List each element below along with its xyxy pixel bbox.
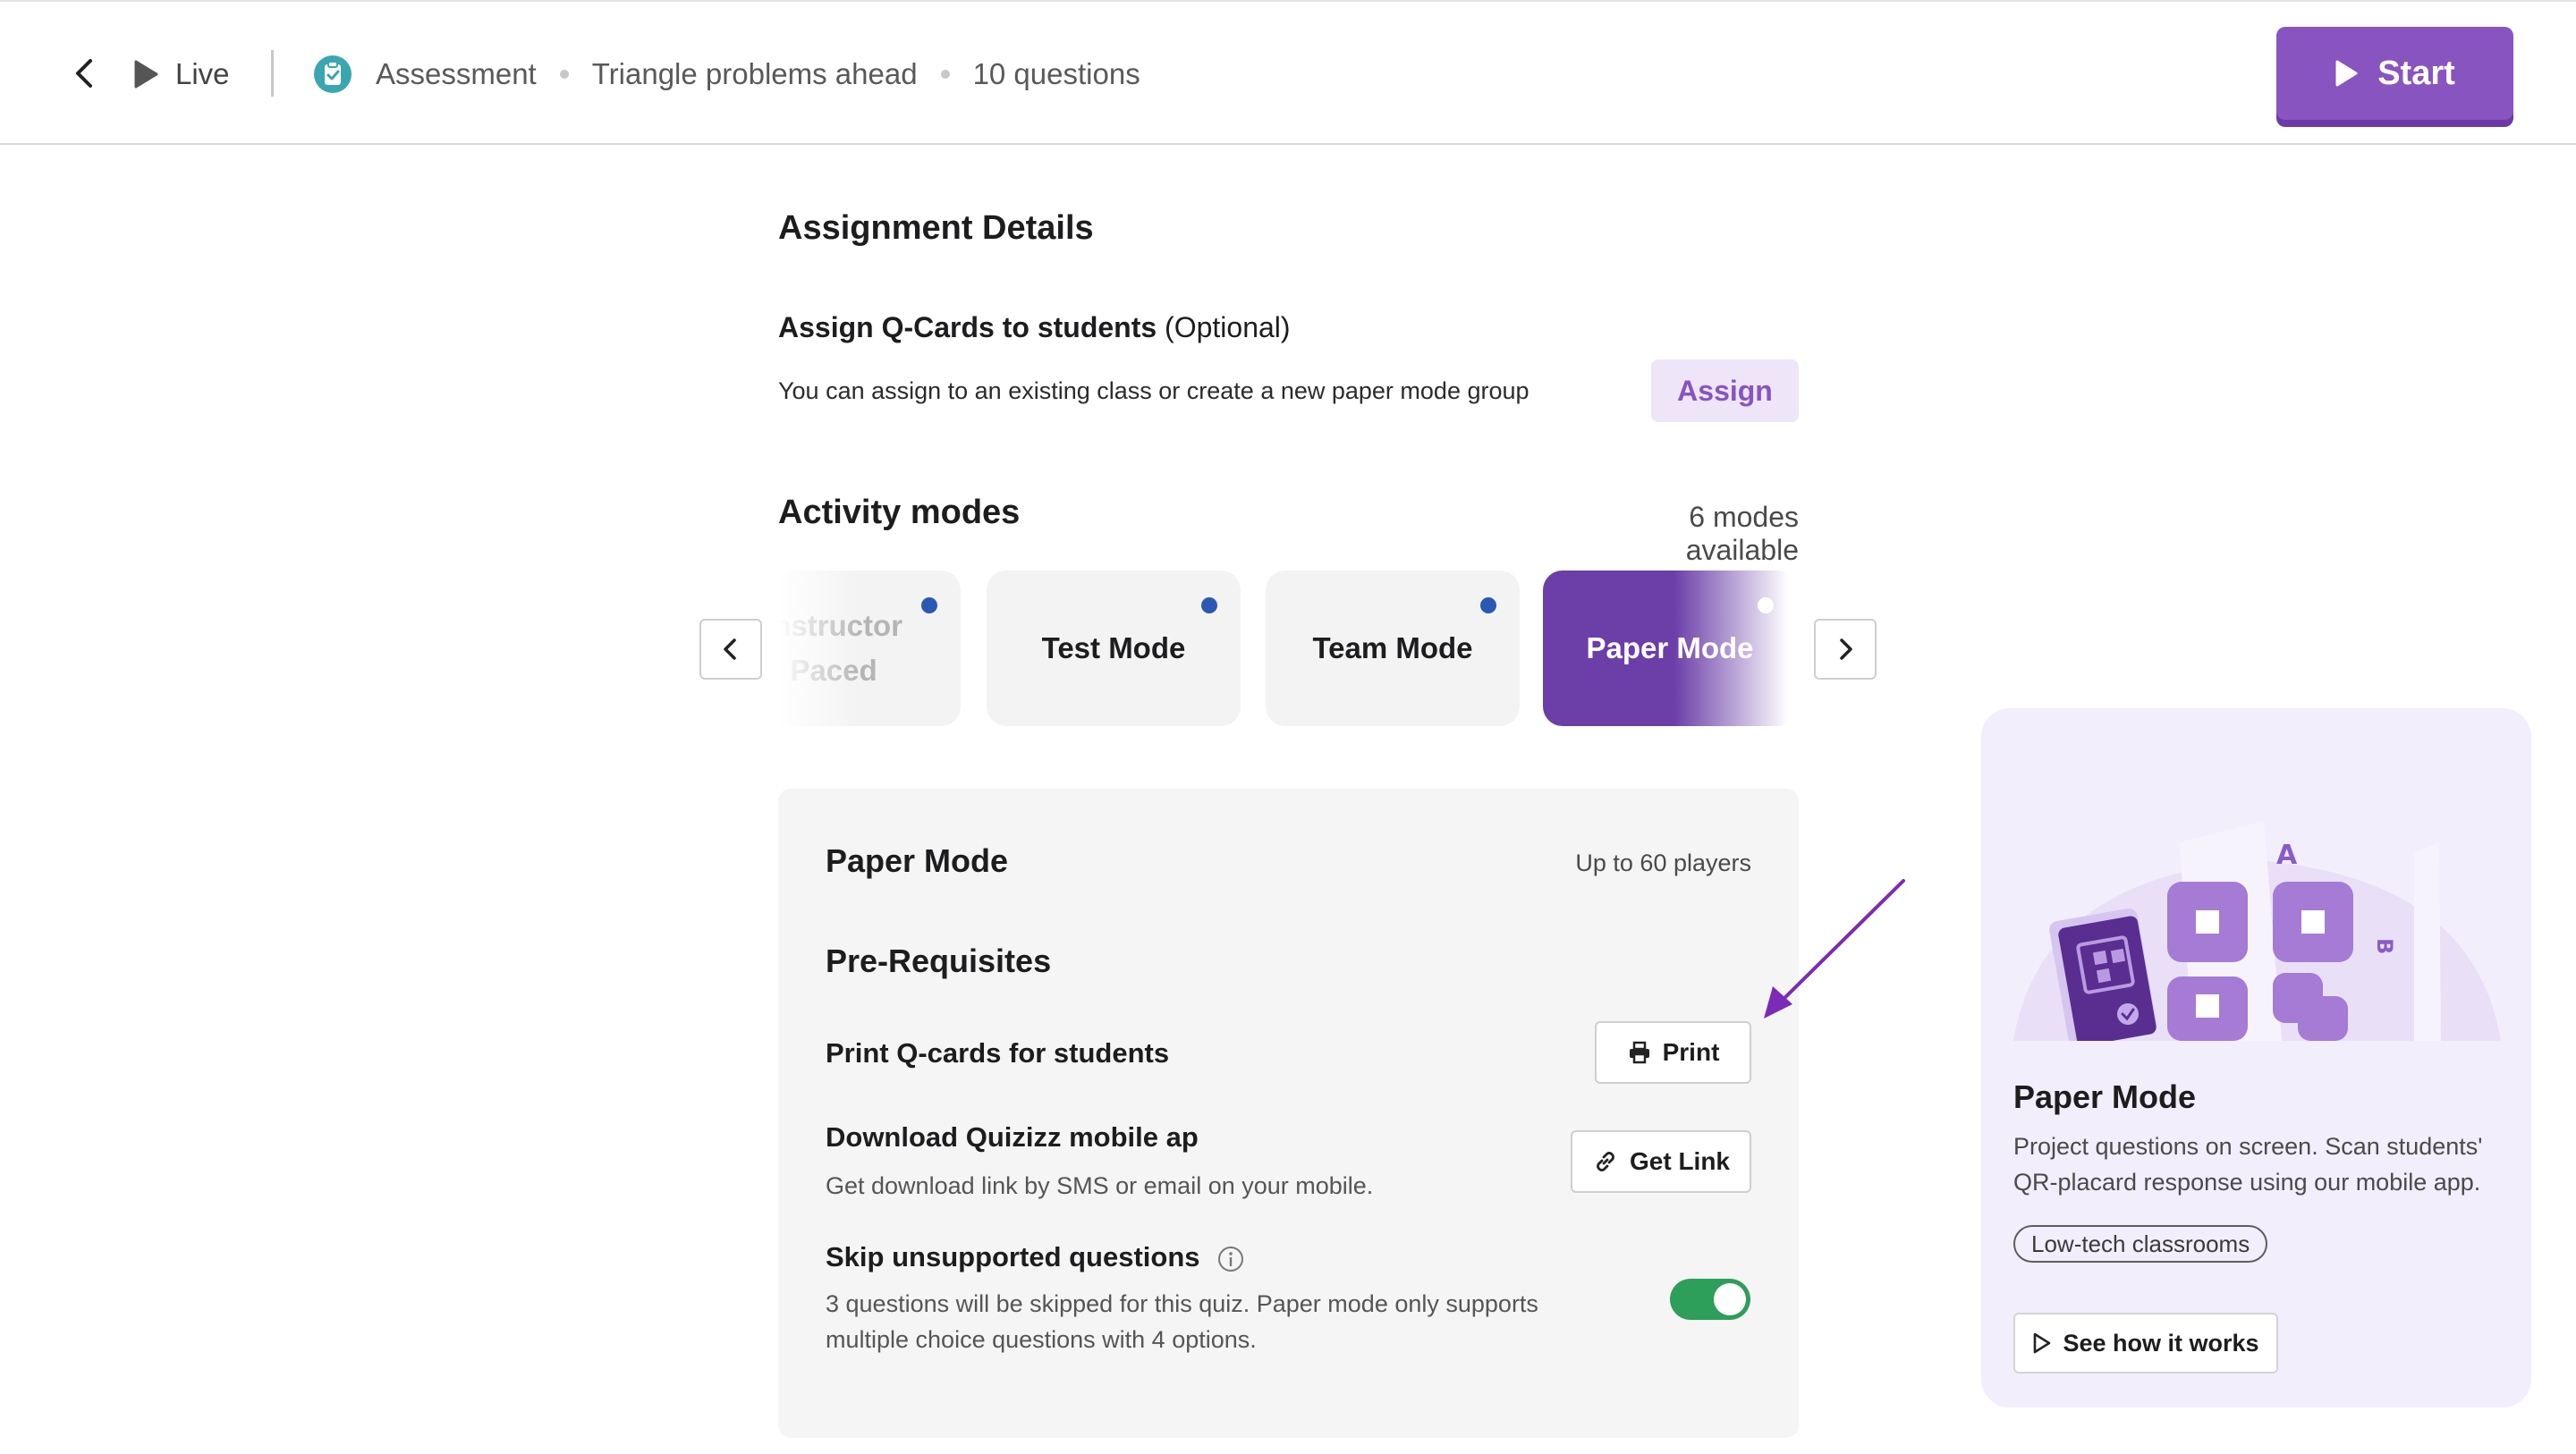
mode-card-paper[interactable]: Paper Mode	[1543, 571, 1797, 726]
breadcrumb-type: Assessment	[376, 57, 537, 90]
see-how-it-works-label: See how it works	[2063, 1329, 2259, 1357]
assign-qcards-title: Assign Q-Cards to students (Optional)	[778, 311, 1291, 344]
start-button[interactable]: Start	[2276, 27, 2513, 120]
assign-qcards-description: You can assign to an existing class or c…	[778, 377, 1530, 404]
skip-unsupported-toggle[interactable]	[1670, 1279, 1750, 1320]
info-desc-line: Project questions on screen. Scan studen…	[2013, 1133, 2483, 1160]
paper-mode-info-card: A B Paper Mode Project questions on scre…	[1981, 708, 2531, 1408]
toggle-knob	[1714, 1283, 1746, 1315]
print-button[interactable]: Print	[1595, 1021, 1751, 1084]
skip-desc-line: 3 questions will be skipped for this qui…	[826, 1290, 1538, 1317]
download-app-label: Download Quizizz mobile ap	[826, 1121, 1199, 1153]
play-outline-icon	[2034, 1332, 2051, 1354]
mode-indicator-dot	[1758, 597, 1774, 613]
mode-card-team[interactable]: Team Mode	[1266, 571, 1520, 726]
letter-a: A	[2276, 840, 2298, 871]
get-link-label: Get Link	[1629, 1147, 1730, 1175]
mode-card-instructor-paced[interactable]: Instructor Paced	[778, 571, 961, 726]
chevron-left-icon	[724, 638, 736, 660]
modes-count: 6 modes available	[1685, 501, 1799, 566]
printer-icon	[1629, 1041, 1649, 1064]
carousel-next-button[interactable]	[1814, 619, 1877, 680]
paper-mode-illustration: A B	[2013, 821, 2501, 1041]
info-card-title: Paper Mode	[2013, 1078, 2197, 1115]
carousel-prev-button[interactable]	[699, 619, 762, 680]
top-bar: Live Assessment Triangle problems ahead …	[0, 0, 2576, 145]
chevron-right-icon	[1840, 638, 1852, 660]
assessment-icon	[314, 55, 352, 93]
mode-label: Test Mode	[1041, 631, 1186, 664]
header-divider	[271, 50, 274, 97]
mode-carousel: Instructor Paced Test Mode Team Mode Pap…	[778, 571, 1799, 726]
start-label: Start	[2377, 54, 2455, 92]
get-link-button[interactable]: Get Link	[1571, 1130, 1751, 1193]
arrow-annotation-icon	[1764, 879, 1905, 1019]
breadcrumb-count: 10 questions	[972, 57, 1140, 90]
skip-unsupported-description: 3 questions will be skipped for this qui…	[826, 1286, 1538, 1357]
activity-modes-title: Activity modes	[778, 494, 1021, 531]
mode-indicator-dot	[921, 597, 937, 613]
mode-indicator-dot	[1480, 597, 1496, 613]
play-icon	[134, 60, 158, 89]
mode-indicator-dot	[1201, 597, 1217, 613]
download-app-description: Get download link by SMS or email on you…	[826, 1172, 1374, 1199]
assignment-details-title: Assignment Details	[778, 209, 1094, 247]
see-how-it-works-button[interactable]: See how it works	[2013, 1313, 2278, 1374]
mode-label: Instructor	[778, 609, 902, 642]
live-button[interactable]: Live	[132, 52, 230, 97]
assign-button[interactable]: Assign	[1651, 359, 1799, 422]
mode-label: Paper Mode	[1586, 631, 1754, 664]
play-icon	[2335, 60, 2358, 87]
info-card-description: Project questions on screen. Scan studen…	[2013, 1129, 2514, 1200]
breadcrumb-title: Triangle problems ahead	[591, 57, 918, 90]
info-icon[interactable]	[1216, 1245, 1245, 1273]
info-desc-line: QR-placard response using our mobile app…	[2013, 1169, 2481, 1196]
players-limit: Up to 60 players	[1575, 850, 1751, 876]
link-icon	[1597, 1152, 1614, 1171]
print-qcards-label: Print Q-cards for students	[826, 1037, 1170, 1069]
chevron-left-icon[interactable]	[66, 54, 106, 93]
mode-label: Team Mode	[1312, 631, 1473, 664]
print-label: Print	[1662, 1038, 1720, 1066]
breadcrumb-dot	[940, 70, 950, 79]
classroom-tag: Low-tech classrooms	[2013, 1225, 2268, 1263]
optional-label: (Optional)	[1165, 311, 1291, 343]
live-label: Live	[175, 57, 230, 90]
skip-unsupported-label: Skip unsupported questions	[826, 1241, 1200, 1272]
breadcrumb: Assessment Triangle problems ahead 10 qu…	[313, 52, 1140, 97]
panel-title: Paper Mode	[826, 842, 1009, 879]
mode-label: Paced	[790, 654, 877, 687]
prerequisites-title: Pre-Requisites	[826, 943, 1052, 979]
skip-unsupported-title: Skip unsupported questions	[826, 1241, 1245, 1273]
paper-mode-panel: Paper Mode Up to 60 players Pre-Requisit…	[778, 789, 1799, 1438]
breadcrumb-dot	[559, 70, 569, 79]
skip-desc-line: multiple choice questions with 4 options…	[826, 1326, 1257, 1353]
letter-b: B	[2372, 938, 2397, 954]
assign-qcards-label: Assign Q-Cards to students	[778, 311, 1157, 343]
mode-card-test[interactable]: Test Mode	[987, 571, 1241, 726]
